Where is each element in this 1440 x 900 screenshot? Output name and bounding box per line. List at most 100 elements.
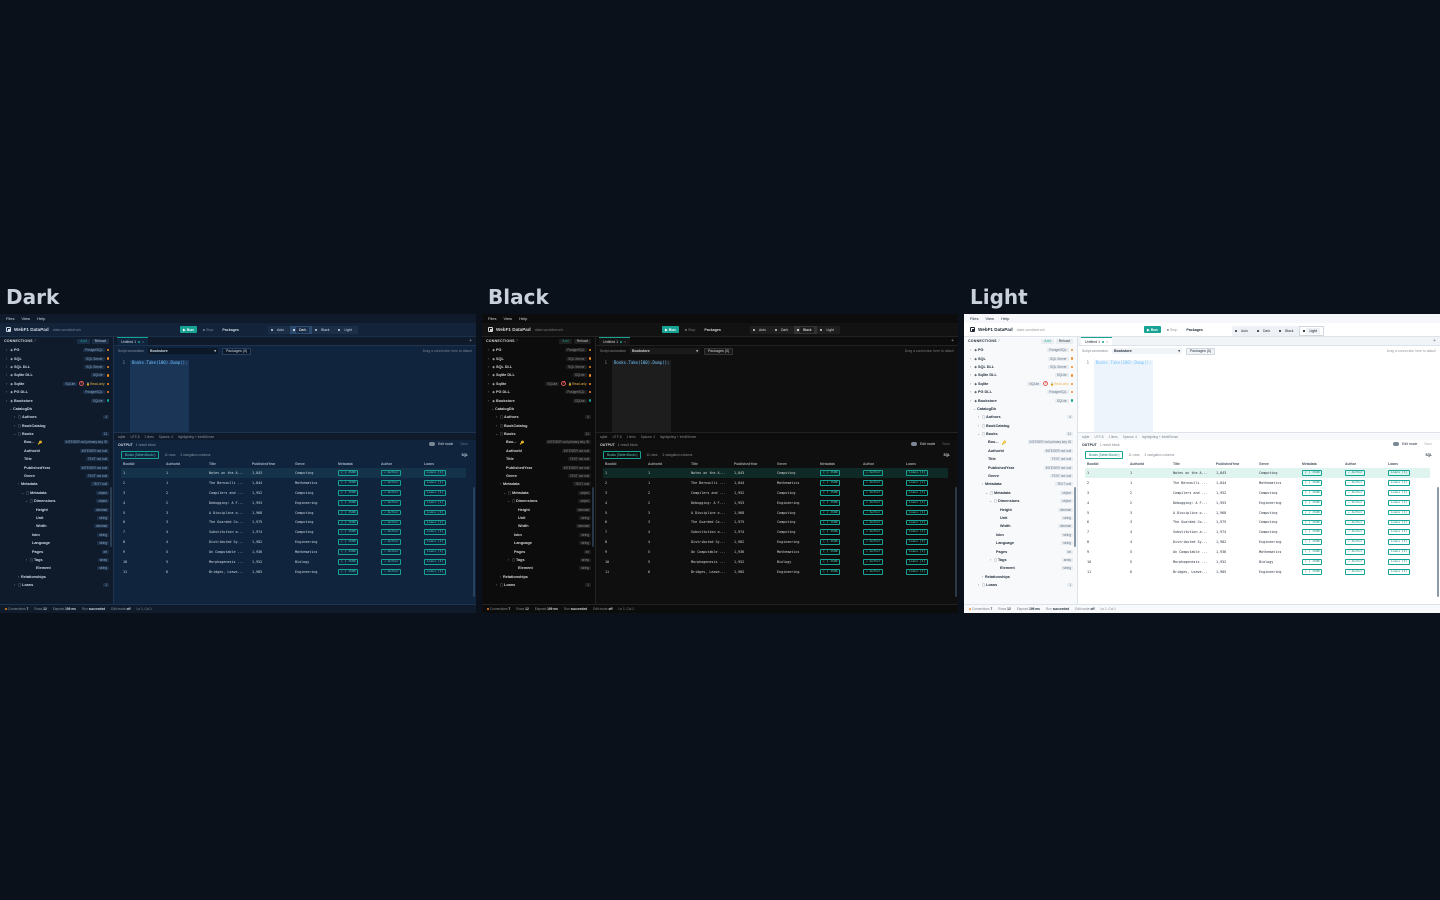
connection-item[interactable]: › ◆ Bookstore SQLite [482, 396, 595, 404]
schema-node[interactable]: Language string [0, 539, 113, 547]
table-row[interactable]: 2 1 The Bernoulli ... 1,844 Mathematics{ } J… [603, 478, 948, 488]
tab-untitled-1[interactable]: Untitled 1 × [599, 337, 631, 345]
run-button[interactable]: ▶ Run [662, 326, 679, 333]
column-header[interactable]: Title [1171, 460, 1214, 468]
loans-link-chip[interactable]: Loans [1] [906, 470, 929, 476]
loans-link-chip[interactable]: Loans [1] [424, 489, 447, 496]
schema-node[interactable]: ⌄ ▢ Dimensions object [964, 497, 1077, 505]
metadata-cell[interactable]: { } JSON [336, 508, 379, 518]
table-cell[interactable]: 5 [1085, 508, 1128, 518]
metadata-cell[interactable]: { } JSON [1300, 567, 1343, 577]
schema-node[interactable]: Element string [482, 564, 595, 572]
json-chip[interactable]: { } JSON [338, 479, 359, 486]
loans-cell[interactable]: Loans [1] [422, 488, 466, 498]
save-button[interactable]: Save [460, 442, 468, 446]
table-cell[interactable]: 1,844 [732, 478, 775, 488]
loans-cell[interactable]: Loans [1] [904, 508, 948, 518]
connection-select[interactable]: Bookstore ▾ [1112, 348, 1183, 354]
author-link-chip[interactable]: ↗ Author [863, 559, 884, 565]
table-cell[interactable]: 1,936 [1214, 547, 1257, 557]
author-link-chip[interactable]: ↗ Author [863, 519, 884, 526]
metadata-cell[interactable]: { } JSON [818, 537, 861, 547]
loans-cell[interactable]: Loans [1] [422, 498, 466, 508]
table-cell[interactable]: Morphogenesis ... [1171, 557, 1214, 567]
table-cell[interactable]: 1,952 [732, 557, 775, 567]
author-cell[interactable]: ↗ Author [1343, 547, 1386, 557]
json-chip[interactable]: { } JSON [820, 489, 841, 496]
schema-node[interactable]: Title TEXT not null [482, 455, 595, 463]
table-cell[interactable]: 6 [1128, 567, 1171, 577]
table-row[interactable]: 3 2 Compilers and ... 1,952 Computing{ } JSO… [1085, 488, 1430, 498]
table-row[interactable]: 53A Discipline o... 1,968 Computing{ } JSO… [121, 508, 466, 518]
loans-link-chip[interactable]: Loans [1] [1388, 519, 1411, 526]
column-header[interactable]: Loans [1386, 460, 1430, 468]
column-header[interactable]: BookId [1085, 460, 1128, 468]
json-chip[interactable]: { } JSON [1302, 539, 1323, 546]
table-cell[interactable]: 9 [1085, 547, 1128, 557]
table-row[interactable]: 4 2 Debugging: A F... 1,953 Engineering{ } J… [1085, 498, 1430, 508]
author-cell[interactable]: ↗ Author [379, 468, 422, 478]
loans-link-chip[interactable]: Loans [1] [1388, 489, 1411, 496]
table-cell[interactable]: 1,974 [250, 527, 293, 537]
schema-node[interactable]: › ▢ Tags array [964, 556, 1077, 564]
author-link-chip[interactable]: ↗ Author [1345, 568, 1366, 575]
table-cell[interactable]: 1 [164, 468, 207, 478]
loans-cell[interactable]: Loans [1] [422, 547, 466, 557]
table-cell[interactable]: 6 [603, 517, 646, 527]
table-row[interactable]: 4 2 Debugging: A F... 1,953 Engineering{ } J… [121, 498, 466, 508]
metadata-cell[interactable]: { } JSON [1300, 547, 1343, 557]
table-cell[interactable]: 1 [1128, 468, 1171, 478]
reload-button[interactable]: Reload [91, 338, 109, 344]
metadata-cell[interactable]: { } JSON [1300, 488, 1343, 498]
json-chip[interactable]: { } JSON [1302, 489, 1323, 496]
theme-option-dark[interactable]: Dark [771, 326, 795, 334]
author-link-chip[interactable]: ↗ Author [1345, 479, 1366, 486]
author-cell[interactable]: ↗ Author [379, 547, 422, 557]
loans-cell[interactable]: Loans [1] [904, 468, 948, 478]
run-button[interactable]: ▶ Run [1144, 326, 1161, 333]
table-cell[interactable]: Computing [293, 508, 336, 518]
connection-item[interactable]: › ◆ SQL DLL SQL Server [0, 363, 113, 371]
loans-link-chip[interactable]: Loans [1] [424, 568, 447, 575]
metadata-cell[interactable]: { } JSON [818, 547, 861, 557]
table-cell[interactable]: 7 [121, 527, 164, 537]
table-cell[interactable]: 5 [164, 547, 207, 557]
author-cell[interactable]: ↗ Author [861, 547, 904, 557]
table-cell[interactable]: 2 [646, 488, 689, 498]
run-button[interactable]: ▶ Run [180, 326, 197, 333]
table-cell[interactable]: 3 [646, 517, 689, 527]
packages-button[interactable]: Packages [1183, 326, 1206, 333]
connection-item[interactable]: › ◆ PG DLL PostgreSQL [482, 388, 595, 396]
table-row[interactable]: 2 1 The Bernoulli ... 1,844 Mathematics{ } J… [1085, 478, 1430, 488]
add-connection-button[interactable]: Add [1041, 338, 1054, 344]
author-link-chip[interactable]: ↗ Author [1345, 509, 1366, 516]
table-cell[interactable]: 1,982 [250, 537, 293, 547]
loans-link-chip[interactable]: Loans [1] [906, 519, 929, 526]
new-tab-icon[interactable]: + [469, 338, 472, 344]
author-cell[interactable]: ↗ Author [379, 527, 422, 537]
author-link-chip[interactable]: ↗ Author [381, 479, 402, 486]
menu-help[interactable]: Help [519, 316, 527, 321]
metadata-cell[interactable]: { } JSON [336, 557, 379, 567]
loans-cell[interactable]: Loans [1] [1386, 488, 1430, 498]
schema-node[interactable]: › ▢ BookCatalog [0, 422, 113, 430]
schema-node[interactable]: › Metadata TEXT null [964, 480, 1077, 488]
menu-view[interactable]: View [21, 316, 30, 321]
author-link-chip[interactable]: ↗ Author [1345, 470, 1366, 476]
metadata-cell[interactable]: { } JSON [1300, 468, 1343, 478]
author-cell[interactable]: ↗ Author [861, 557, 904, 567]
author-link-chip[interactable]: ↗ Author [381, 519, 402, 526]
metadata-cell[interactable]: { } JSON [1300, 527, 1343, 537]
connection-item[interactable]: › ◆ SQL DLL SQL Server [482, 363, 595, 371]
column-header[interactable]: BookId [121, 460, 164, 468]
schema-node[interactable]: › ▢ BookCatalog [964, 422, 1077, 430]
author-link-chip[interactable]: ↗ Author [1345, 489, 1366, 496]
table-cell[interactable]: 1,936 [732, 547, 775, 557]
author-cell[interactable]: ↗ Author [861, 508, 904, 518]
table-cell[interactable]: Computing [775, 517, 818, 527]
table-cell[interactable]: Computing [775, 468, 818, 478]
table-cell[interactable]: A Discipline o... [1171, 508, 1214, 518]
packages-button[interactable]: Packages [701, 326, 724, 333]
table-cell[interactable]: Debugging: A F... [689, 498, 732, 508]
column-header[interactable]: Loans [422, 460, 466, 468]
